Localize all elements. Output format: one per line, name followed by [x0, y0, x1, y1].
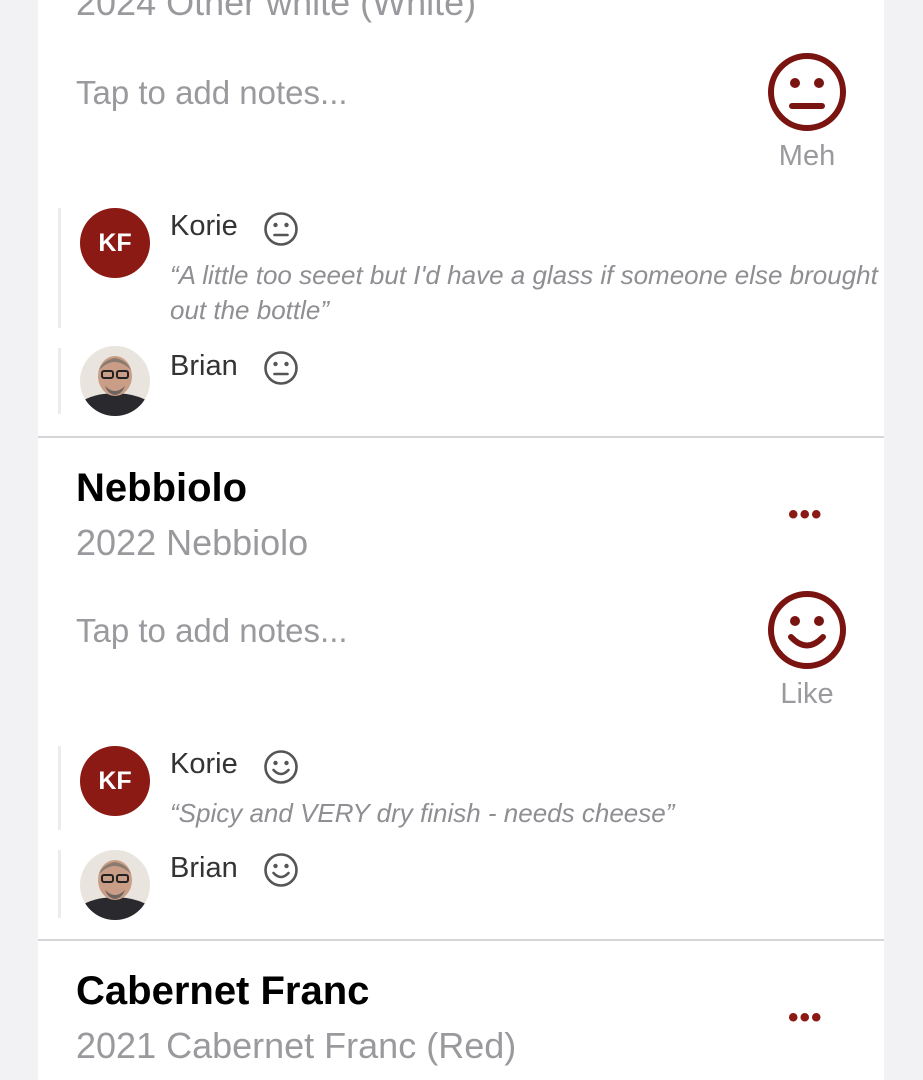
neutral-face-icon: [263, 211, 299, 247]
review-rail: [58, 746, 61, 830]
divider: [38, 939, 884, 941]
neutral-face-icon[interactable]: [767, 52, 847, 132]
avatar: KF: [80, 746, 150, 816]
avatar-initials: KF: [98, 766, 132, 795]
rating-label: Like: [780, 678, 834, 710]
wine-title[interactable]: Nebbiolo: [76, 466, 247, 511]
more-options-button[interactable]: •••: [788, 1001, 823, 1035]
review-quote: “A little too seeet but I'd have a glass…: [170, 260, 878, 325]
wine-list-card: 2024 Other white (White) Tap to add note…: [38, 0, 884, 1080]
reviewer-name: Korie: [170, 210, 238, 242]
avatar-initials: KF: [98, 228, 132, 257]
notes-input[interactable]: Tap to add notes...: [76, 612, 348, 650]
smile-face-icon: [263, 749, 299, 785]
more-options-button[interactable]: •••: [788, 498, 823, 532]
photo-avatar: [80, 346, 150, 416]
avatar: KF: [80, 208, 150, 278]
neutral-face-icon: [263, 350, 299, 386]
divider: [38, 436, 884, 438]
review-rail: [58, 850, 61, 918]
wine-subtitle: 2024 Other white (White): [76, 0, 477, 23]
review-rail: [58, 348, 61, 414]
reviewer-name: Korie: [170, 748, 238, 780]
wine-title[interactable]: Cabernet Franc: [76, 969, 369, 1014]
reviewer-name: Brian: [170, 350, 238, 382]
rating-label: Meh: [778, 140, 836, 172]
review-quote: “Spicy and VERY dry finish - needs chees…: [170, 798, 675, 828]
wine-subtitle: 2022 Nebbiolo: [76, 522, 309, 563]
smile-face-icon: [263, 852, 299, 888]
wine-subtitle: 2021 Cabernet Franc (Red): [76, 1025, 517, 1066]
notes-input[interactable]: Tap to add notes...: [76, 74, 348, 112]
smile-face-icon[interactable]: [767, 590, 847, 670]
review-rail: [58, 208, 61, 328]
reviewer-name: Brian: [170, 852, 238, 884]
photo-avatar: [80, 850, 150, 920]
